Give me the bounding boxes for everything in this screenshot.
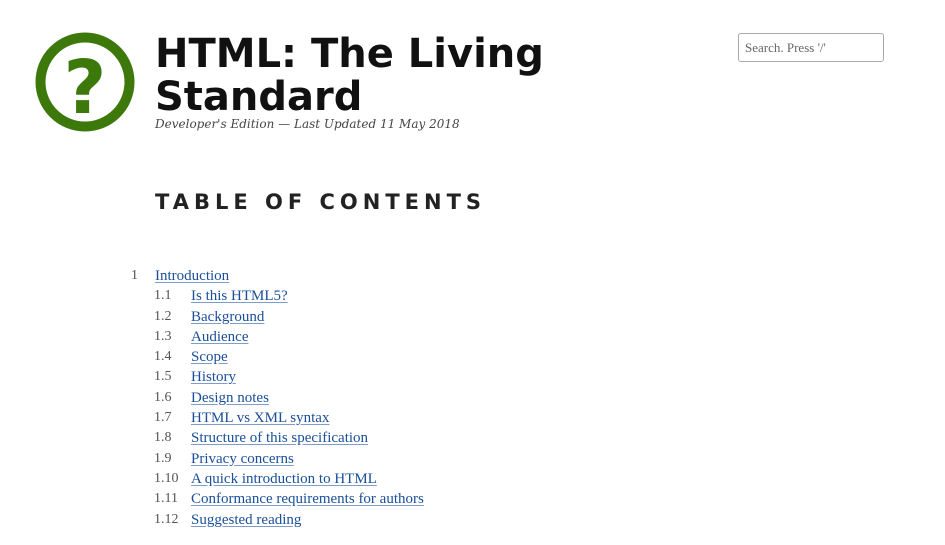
toc-link-background[interactable]: Background [191, 307, 264, 327]
toc-item-number: 1.6 [154, 389, 172, 405]
toc-link-structure[interactable]: Structure of this specification [191, 428, 368, 448]
toc-item: 1.1 Is this HTML5? [0, 286, 945, 306]
toc-item: 1.12 Suggested reading [0, 510, 945, 530]
toc-item: 1.2 Background [0, 307, 945, 327]
toc-link-history[interactable]: History [191, 367, 236, 387]
toc-link-scope[interactable]: Scope [191, 347, 228, 367]
toc-item-number: 1 [131, 268, 138, 283]
toc-item: 1.4 Scope [0, 347, 945, 367]
toc-item-number: 1.9 [154, 450, 172, 466]
table-of-contents: 1 Introduction 1.1 Is this HTML5? 1.2 Ba… [0, 266, 945, 530]
toc-item-number: 1.3 [154, 328, 172, 344]
toc-item: 1.11 Conformance requirements for author… [0, 489, 945, 509]
toc-link-html-vs-xml-syntax[interactable]: HTML vs XML syntax [191, 408, 329, 428]
toc-link-conformance-requirements[interactable]: Conformance requirements for authors [191, 489, 424, 509]
toc-item-number: 1.4 [154, 349, 172, 365]
toc-item: 1.9 Privacy concerns [0, 449, 945, 469]
toc-item-number: 1.11 [154, 491, 178, 507]
toc-item: 1.5 History [0, 367, 945, 387]
toc-item: 1.3 Audience [0, 327, 945, 347]
toc-item: 1.7 HTML vs XML syntax [0, 408, 945, 428]
toc-link-privacy-concerns[interactable]: Privacy concerns [191, 449, 294, 469]
toc-heading: TABLE OF CONTENTS [155, 190, 487, 214]
page-subtitle: Developer's Edition — Last Updated 11 Ma… [155, 117, 460, 131]
toc-item-number: 1.8 [154, 430, 172, 446]
toc-item-number: 1.2 [154, 308, 172, 324]
toc-link-audience[interactable]: Audience [191, 327, 248, 347]
toc-item: 1 Introduction [0, 266, 945, 286]
toc-item: 1.6 Design notes [0, 388, 945, 408]
logo-glyph: ? [64, 45, 107, 131]
toc-link-design-notes[interactable]: Design notes [191, 388, 269, 408]
toc-item: 1.10 A quick introduction to HTML [0, 469, 945, 489]
search-input[interactable] [738, 33, 884, 62]
toc-item: 1.8 Structure of this specification [0, 428, 945, 448]
toc-link-suggested-reading[interactable]: Suggested reading [191, 510, 301, 530]
question-mark-circle-icon: ? [35, 32, 135, 132]
toc-item-number: 1.5 [154, 369, 172, 385]
toc-link-is-this-html5[interactable]: Is this HTML5? [191, 286, 288, 306]
toc-item-number: 1.12 [154, 511, 179, 527]
page-title: HTML: The Living Standard [155, 31, 544, 120]
toc-item-number: 1.10 [154, 470, 179, 486]
toc-link-introduction[interactable]: Introduction [155, 266, 229, 286]
toc-link-quick-introduction[interactable]: A quick introduction to HTML [191, 469, 377, 489]
toc-item-number: 1.1 [154, 288, 172, 304]
toc-item-number: 1.7 [154, 410, 172, 426]
